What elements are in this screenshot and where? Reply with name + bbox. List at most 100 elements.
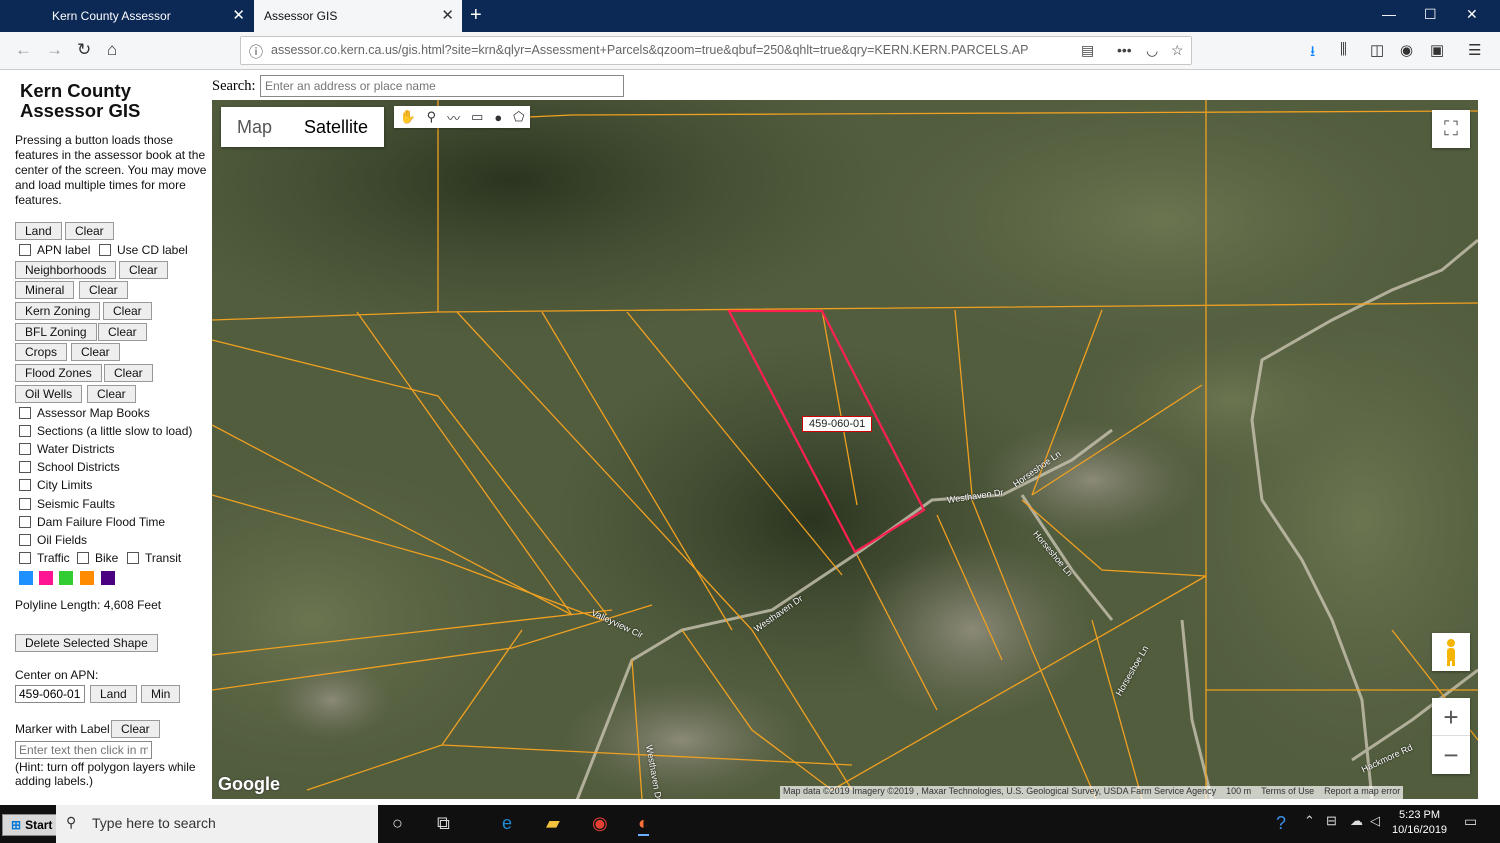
start-button[interactable]: ⊞ Start — [2, 814, 62, 836]
downloads-icon[interactable]: ⭳ — [1310, 41, 1315, 66]
extension-icon[interactable]: ▣ — [1430, 41, 1444, 59]
chrome-icon[interactable]: ◉ — [592, 813, 608, 834]
school-districts-checkbox[interactable]: School Districts — [19, 460, 120, 474]
cortana-icon[interactable]: ○ — [392, 813, 403, 834]
search-input[interactable] — [260, 75, 624, 97]
page-actions-icon[interactable]: ••• — [1117, 42, 1132, 58]
flood-zones-clear-button[interactable]: Clear — [104, 364, 153, 382]
network-icon[interactable]: ⊟ — [1326, 813, 1337, 829]
min-button[interactable]: Min — [141, 685, 181, 703]
oil-fields-checkbox[interactable]: Oil Fields — [19, 533, 87, 547]
firefox-icon[interactable]: ◐ — [638, 813, 649, 836]
hand-icon[interactable]: ✋ — [399, 109, 415, 125]
library-icon[interactable]: ⫼ — [1340, 41, 1347, 58]
neighborhoods-clear-button[interactable]: Clear — [119, 261, 168, 279]
menu-icon[interactable]: ☰ — [1468, 41, 1481, 59]
land-button[interactable]: Land — [15, 222, 62, 240]
tab-assessor-gis[interactable]: Assessor GIS ✕ — [254, 0, 462, 32]
bfl-zoning-clear-button[interactable]: Clear — [98, 323, 147, 341]
url-bar[interactable]: ⓘ assessor.co.kern.ca.us/gis.html?site=k… — [240, 36, 1192, 65]
color-swatch-blue[interactable] — [19, 571, 33, 585]
seismic-faults-checkbox[interactable]: Seismic Faults — [19, 497, 115, 511]
assessor-map-books-checkbox[interactable]: Assessor Map Books — [19, 406, 150, 420]
forward-icon[interactable]: → — [46, 40, 63, 60]
edge-icon[interactable]: e — [502, 813, 512, 834]
mineral-button[interactable]: Mineral — [15, 281, 75, 299]
oil-wells-clear-button[interactable]: Clear — [87, 385, 136, 403]
bookmark-star-icon[interactable]: ☆ — [1171, 42, 1184, 59]
window-close-icon[interactable]: ✕ — [1466, 6, 1478, 23]
transit-checkbox[interactable]: Transit — [127, 551, 181, 565]
map-attribution: Map data ©2019 Imagery ©2019 , Maxar Tec… — [780, 786, 1404, 799]
kern-zoning-button[interactable]: Kern Zoning — [15, 302, 101, 320]
volume-icon[interactable]: ◁ — [1370, 813, 1380, 829]
water-districts-checkbox[interactable]: Water Districts — [19, 442, 115, 456]
tray-chevron-icon[interactable]: ⌃ — [1304, 813, 1315, 829]
satellite-view-button[interactable]: Satellite — [288, 107, 384, 147]
crops-clear-button[interactable]: Clear — [71, 343, 120, 361]
search-label: Search: — [212, 78, 256, 94]
url-text: assessor.co.kern.ca.us/gis.html?site=krn… — [271, 43, 1029, 57]
bfl-zoning-button[interactable]: BFL Zoning — [15, 323, 97, 341]
land-clear-button[interactable]: Clear — [65, 222, 114, 240]
map-view-button[interactable]: Map — [221, 107, 288, 147]
bike-checkbox[interactable]: Bike — [77, 551, 118, 565]
traffic-checkbox[interactable]: Traffic — [19, 551, 70, 565]
cd-label-checkbox[interactable]: Use CD label — [99, 243, 188, 257]
apn-label-checkbox[interactable]: APN label — [19, 243, 90, 257]
rectangle-icon[interactable]: ▭ — [471, 109, 483, 125]
home-icon[interactable]: ⌂ — [107, 40, 117, 60]
marker-text-input[interactable] — [15, 741, 152, 759]
flood-zones-button[interactable]: Flood Zones — [15, 364, 102, 382]
mineral-clear-button[interactable]: Clear — [79, 281, 128, 299]
dam-failure-checkbox[interactable]: Dam Failure Flood Time — [19, 515, 165, 529]
polygon-icon[interactable]: ⬠ — [513, 109, 524, 125]
marker-clear-button[interactable]: Clear — [111, 720, 160, 738]
reader-view-icon[interactable]: ▤ — [1081, 42, 1094, 59]
reload-icon[interactable]: ↻ — [77, 40, 91, 60]
close-icon[interactable]: ✕ — [441, 8, 454, 23]
pocket-icon[interactable]: ◡ — [1146, 42, 1158, 59]
task-view-icon[interactable]: ⧉ — [437, 813, 450, 834]
color-swatch-green[interactable] — [59, 571, 73, 585]
zoom-in-icon[interactable]: + — [1432, 698, 1470, 736]
oil-wells-button[interactable]: Oil Wells — [15, 385, 83, 403]
polyline-icon[interactable]: 〰 — [447, 108, 460, 127]
taskbar-search[interactable]: ⚲ Type here to search — [56, 805, 378, 843]
zoom-out-icon[interactable]: − — [1432, 736, 1470, 774]
crops-button[interactable]: Crops — [15, 343, 68, 361]
city-limits-checkbox[interactable]: City Limits — [19, 478, 92, 492]
color-swatch-pink[interactable] — [39, 571, 53, 585]
marker-icon[interactable]: ⚲ — [427, 109, 437, 125]
tab-kern-county-assessor[interactable]: Kern County Assessor ✕ — [42, 0, 253, 32]
fullscreen-icon[interactable]: ⛶ — [1432, 110, 1470, 148]
center-land-button[interactable]: Land — [90, 685, 137, 703]
file-explorer-icon[interactable]: ▰ — [546, 813, 560, 834]
color-swatch-purple[interactable] — [101, 571, 115, 585]
terms-link[interactable]: Terms of Use — [1261, 786, 1314, 799]
report-error-link[interactable]: Report a map error — [1324, 786, 1400, 799]
help-icon[interactable]: ? — [1276, 813, 1286, 834]
minimize-icon[interactable]: — — [1382, 6, 1396, 22]
sections-checkbox[interactable]: Sections (a little slow to load) — [19, 424, 192, 438]
sidebar-icon[interactable]: ◫ — [1370, 41, 1384, 59]
circle-icon[interactable]: ● — [494, 110, 502, 125]
tab-label: Kern County Assessor — [52, 9, 171, 23]
system-clock[interactable]: 5:23 PM 10/16/2019 — [1392, 808, 1447, 838]
scale-label[interactable]: 100 m — [1226, 786, 1251, 799]
kern-zoning-clear-button[interactable]: Clear — [103, 302, 152, 320]
maximize-icon[interactable]: ☐ — [1424, 6, 1437, 23]
new-tab-icon[interactable]: + — [470, 4, 482, 27]
map-canvas[interactable]: Map Satellite ✋ ⚲ 〰 ▭ ● ⬠ ⛶ + − 459-060-… — [212, 100, 1478, 799]
account-icon[interactable]: ◉ — [1400, 41, 1413, 59]
onedrive-icon[interactable]: ☁ — [1350, 813, 1363, 829]
neighborhoods-button[interactable]: Neighborhoods — [15, 261, 117, 279]
back-icon[interactable]: ← — [15, 40, 32, 60]
notifications-icon[interactable]: ▭ — [1464, 813, 1477, 830]
apn-input[interactable] — [15, 685, 85, 703]
color-swatch-orange[interactable] — [80, 571, 94, 585]
street-view-pegman-icon[interactable] — [1432, 633, 1470, 671]
close-icon[interactable]: ✕ — [232, 8, 245, 23]
info-icon[interactable]: ⓘ — [249, 42, 263, 62]
delete-shape-button[interactable]: Delete Selected Shape — [15, 634, 158, 652]
